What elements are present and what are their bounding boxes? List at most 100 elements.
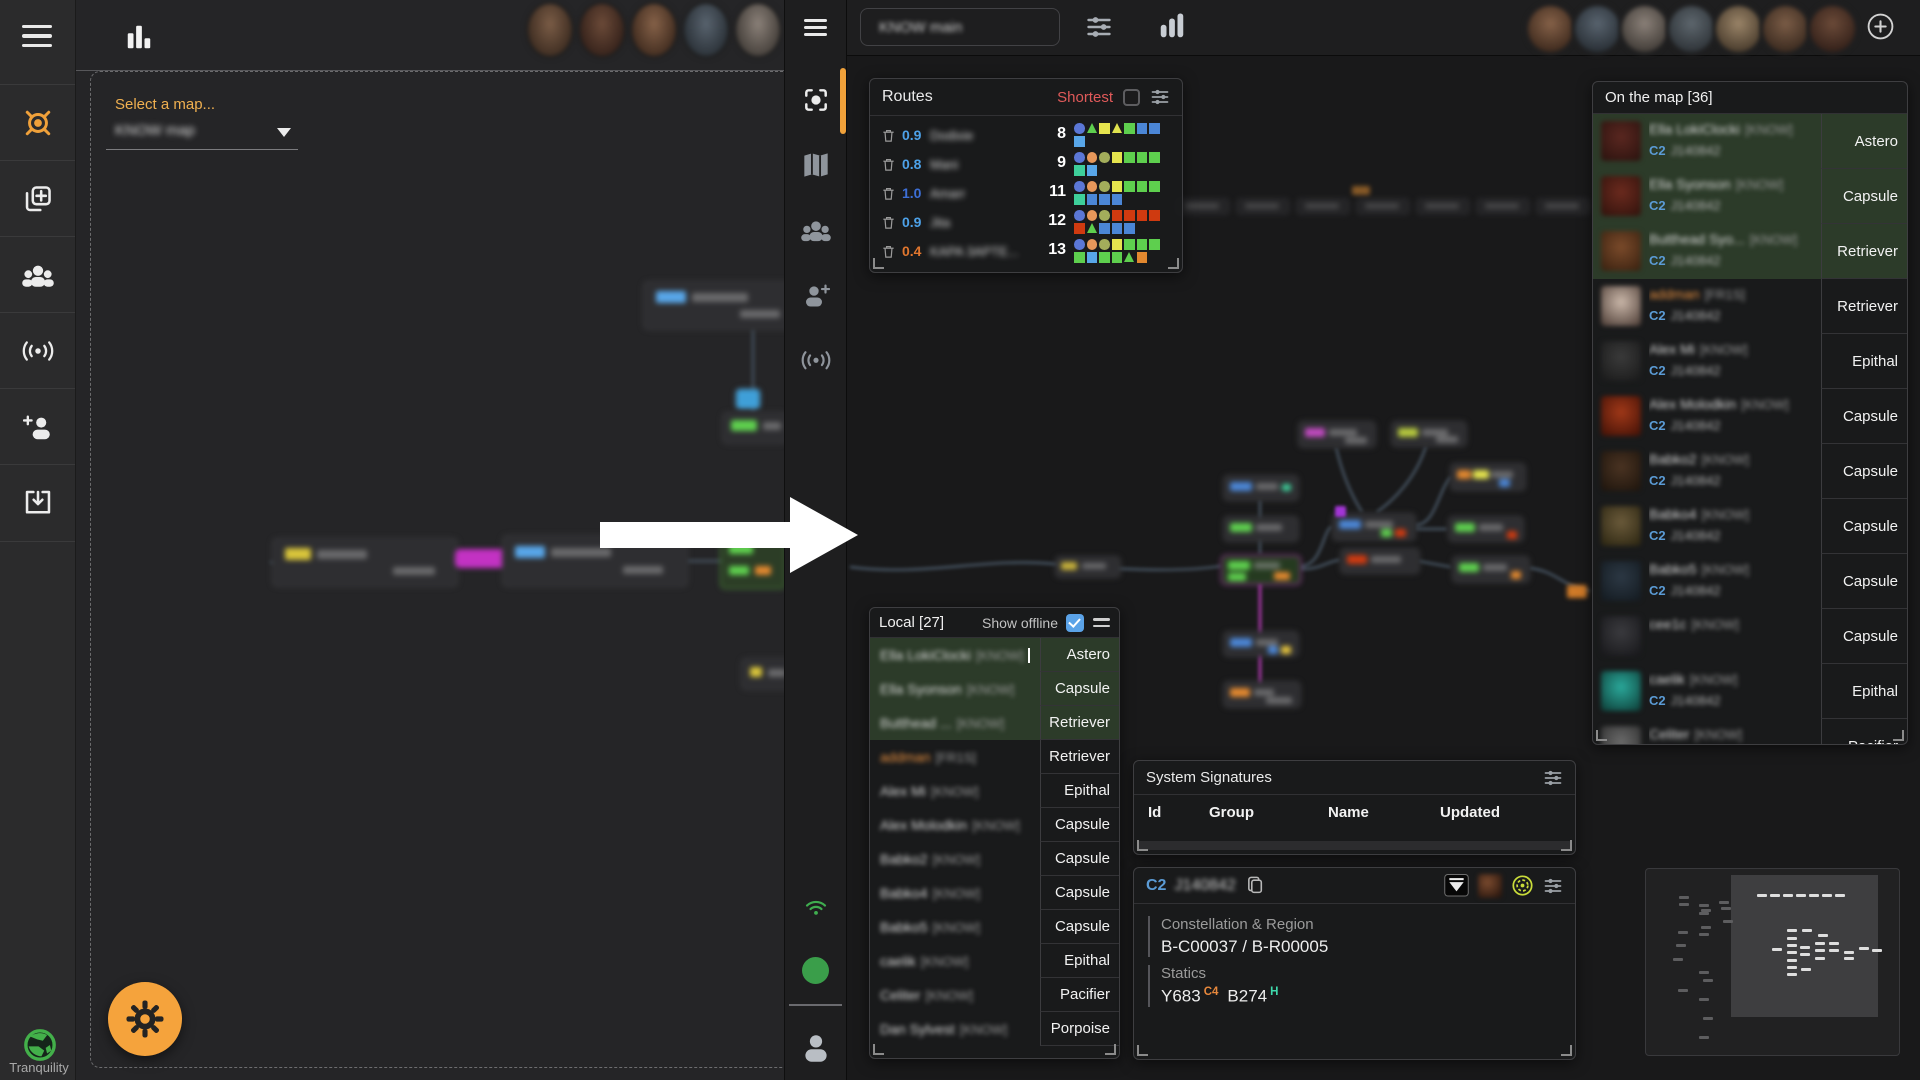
map-node[interactable] <box>1176 198 1230 215</box>
on-map-row[interactable]: Babko5 [KNOW] C2 J140842 Capsule <box>1593 554 1907 609</box>
sidebar-item-import[interactable] <box>0 464 75 542</box>
local-row[interactable]: Celiter [KNOW] Pacifier <box>870 978 1119 1012</box>
local-row[interactable]: addman [FR1S] Retriever <box>870 740 1119 774</box>
map-node[interactable] <box>1236 198 1290 215</box>
on-map-row[interactable]: Babko2 [KNOW] C2 J140842 Capsule <box>1593 444 1907 499</box>
on-map-row[interactable]: Babko4 [KNOW] C2 J140842 Capsule <box>1593 499 1907 554</box>
resize-handle[interactable] <box>1596 730 1607 741</box>
sovereignty-badge-icon[interactable] <box>1444 874 1469 897</box>
map-node[interactable] <box>1296 198 1350 215</box>
local-menu-icon[interactable] <box>1093 617 1110 628</box>
trash-icon[interactable] <box>881 244 896 259</box>
sidebar-item-groups[interactable] <box>0 236 75 313</box>
map-node[interactable] <box>272 538 458 587</box>
on-map-row[interactable]: Butthead Syo... [KNOW] C2 J140842 Retriever <box>1593 224 1907 279</box>
avatar[interactable] <box>1807 3 1858 55</box>
map-node[interactable] <box>1448 516 1524 542</box>
trash-icon[interactable] <box>881 157 896 172</box>
map-node[interactable] <box>1298 421 1376 448</box>
on-map-row[interactable]: caelik [KNOW] C2 J140842 Epithal <box>1593 664 1907 719</box>
sidebar-item-add-person[interactable] <box>0 388 75 465</box>
local-row[interactable]: Dan Sylvest [KNOW] Porpoise <box>870 1012 1119 1046</box>
local-row[interactable]: Ella LokiClocki [KNOW] Astero <box>870 638 1119 672</box>
resize-handle[interactable] <box>873 1044 884 1055</box>
routes-settings-icon[interactable] <box>1150 87 1170 107</box>
avatar[interactable] <box>1572 3 1623 55</box>
minimap[interactable] <box>1645 868 1900 1056</box>
signatures-scrollbar[interactable] <box>1138 841 1571 850</box>
map-node[interactable] <box>1223 681 1301 708</box>
sidebar-item-locate[interactable] <box>0 84 75 161</box>
map-node[interactable] <box>735 388 761 410</box>
on-map-row[interactable]: Ella Syonson [KNOW] C2 J140842 Capsule <box>1593 169 1907 224</box>
routes-mode-label[interactable]: Shortest <box>1057 89 1113 106</box>
on-map-row[interactable]: Alex Molodkin [KNOW] C2 J140842 Capsule <box>1593 389 1907 444</box>
toolbar-item-focus[interactable] <box>785 72 846 128</box>
local-row[interactable]: caelik [KNOW] Epithal <box>870 944 1119 978</box>
local-row[interactable]: Alex Mi [KNOW] Epithal <box>870 774 1119 808</box>
avatar[interactable] <box>1760 3 1811 55</box>
on-map-row[interactable]: cee1c [KNOW] Capsule <box>1593 609 1907 664</box>
avatar[interactable] <box>1713 3 1764 55</box>
map-node[interactable] <box>1416 198 1470 215</box>
toolbar-item-broadcast[interactable] <box>785 332 846 388</box>
stats-icon[interactable] <box>1157 11 1187 41</box>
show-offline-checkbox[interactable] <box>1066 613 1084 632</box>
map-node[interactable] <box>1223 516 1299 542</box>
route-row[interactable]: 0.4 KAPA 3APTE... 13 <box>870 237 1182 266</box>
col-updated[interactable]: Updated <box>1440 804 1500 821</box>
map-node[interactable] <box>741 658 784 690</box>
map-node[interactable] <box>1055 556 1121 578</box>
tune-icon[interactable] <box>1085 13 1113 41</box>
map-node[interactable] <box>1476 198 1530 215</box>
toolbar-item-status[interactable] <box>785 942 846 998</box>
route-row[interactable]: 0.8 Mani 9 <box>870 150 1182 179</box>
sidebar-item-add-map[interactable] <box>0 160 75 237</box>
col-name[interactable]: Name <box>1328 804 1369 821</box>
map-node-marker[interactable] <box>1567 585 1587 598</box>
local-row[interactable]: Alex Molodkin [KNOW] Capsule <box>870 808 1119 842</box>
on-map-row[interactable]: Celiter[KNOW]C2J140842Pacifier <box>1593 719 1907 744</box>
resize-handle[interactable] <box>1561 1045 1572 1056</box>
on-map-row[interactable]: Alex Mi [KNOW] C2 J140842 Epithal <box>1593 334 1907 389</box>
map-node-marker[interactable] <box>1335 506 1346 517</box>
route-row[interactable]: 0.9 Dodixie 8 <box>870 121 1182 150</box>
trash-icon[interactable] <box>881 128 896 143</box>
resize-handle[interactable] <box>1137 1045 1148 1056</box>
map-node[interactable] <box>643 281 784 330</box>
map-name-input[interactable]: KNOW main <box>860 8 1060 46</box>
map-menu-icon[interactable] <box>804 19 827 36</box>
resize-handle[interactable] <box>1137 840 1148 851</box>
avatar[interactable] <box>1525 3 1576 55</box>
map-node[interactable] <box>1452 556 1530 583</box>
main-menu-icon[interactable] <box>22 25 52 47</box>
resize-handle[interactable] <box>1105 1044 1116 1055</box>
map-node[interactable] <box>1536 198 1590 215</box>
avatar[interactable] <box>1619 3 1670 55</box>
local-row[interactable]: Babko5 [KNOW] Capsule <box>870 910 1119 944</box>
local-row[interactable]: Butthead ... [KNOW] Retriever <box>870 706 1119 740</box>
trash-icon[interactable] <box>881 215 896 230</box>
route-row[interactable]: 0.9 Jita 12 <box>870 208 1182 237</box>
map-node[interactable] <box>1221 555 1301 585</box>
resize-handle[interactable] <box>1893 730 1904 741</box>
resize-handle[interactable] <box>1561 840 1572 851</box>
local-row[interactable]: Babko4 [KNOW] Capsule <box>870 876 1119 910</box>
add-character-icon[interactable] <box>1866 12 1895 41</box>
map-node[interactable] <box>1391 421 1467 447</box>
local-row[interactable]: Babko2 [KNOW] Capsule <box>870 842 1119 876</box>
system-settings-icon[interactable] <box>1543 876 1563 896</box>
resize-handle[interactable] <box>1168 258 1179 269</box>
col-group[interactable]: Group <box>1209 804 1254 821</box>
col-id[interactable]: Id <box>1148 804 1161 821</box>
system-effect-icon[interactable] <box>1511 874 1534 897</box>
sidebar-item-broadcast[interactable] <box>0 312 75 389</box>
route-row[interactable]: 1.0 Amarr 11 <box>870 179 1182 208</box>
map-node[interactable] <box>1223 475 1299 501</box>
map-node[interactable] <box>1223 631 1299 657</box>
map-node[interactable] <box>722 412 784 444</box>
toolbar-item-groups[interactable] <box>785 202 846 258</box>
resize-handle[interactable] <box>873 258 884 269</box>
signatures-settings-icon[interactable] <box>1543 768 1563 788</box>
map-node[interactable] <box>1450 463 1526 491</box>
